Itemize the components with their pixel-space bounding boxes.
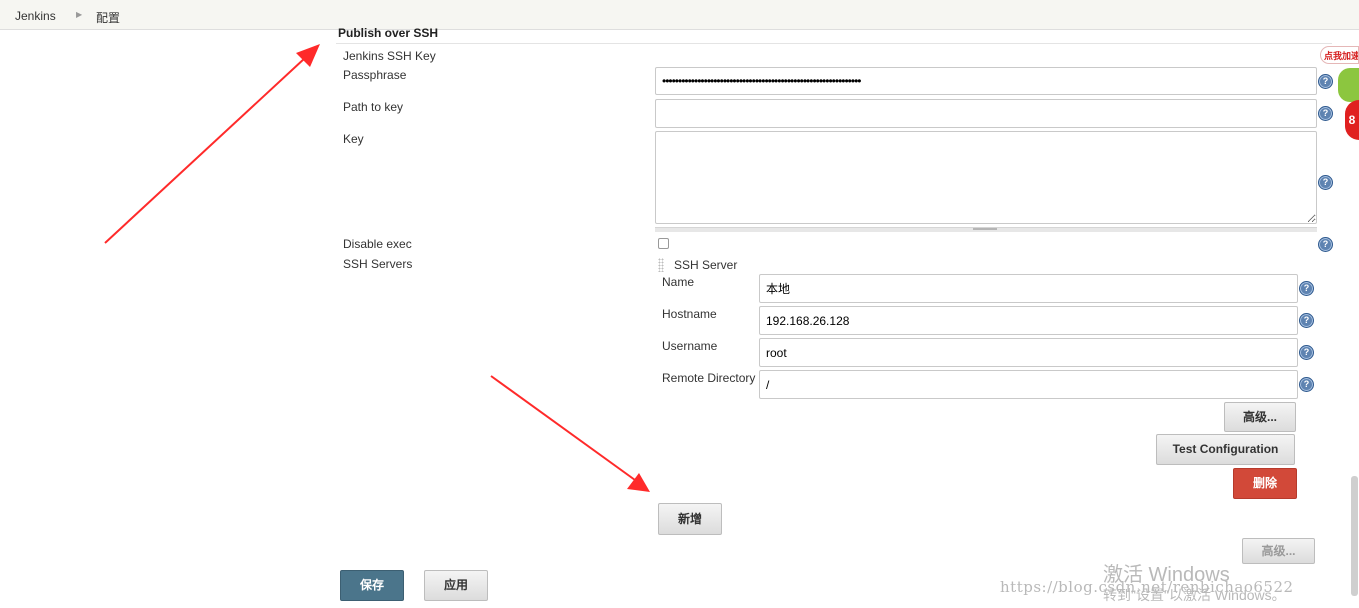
arrow-line-bottom	[490, 375, 636, 481]
mascot-icon	[1338, 68, 1359, 102]
counter-badge[interactable]: 8	[1345, 100, 1359, 140]
vertical-scrollbar-thumb[interactable]	[1351, 476, 1358, 596]
accelerate-badge[interactable]: 点我加速	[1320, 46, 1359, 64]
activate-windows-subtitle: 转到"设置"以激活 Windows。	[1103, 587, 1286, 603]
arrow-line-top	[104, 57, 306, 244]
annotation-arrows	[104, 44, 650, 492]
